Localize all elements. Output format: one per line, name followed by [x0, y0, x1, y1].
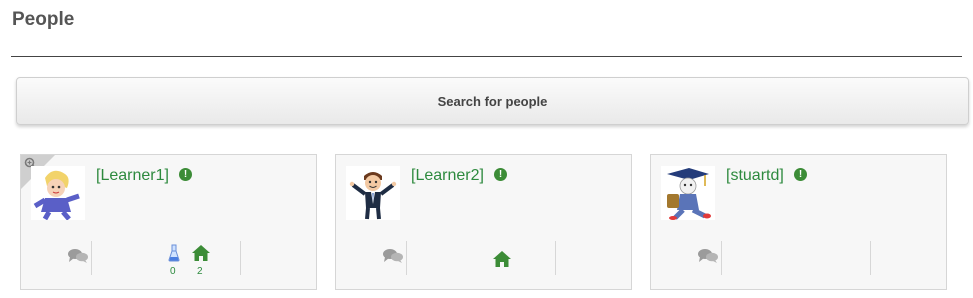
page-title: People	[12, 9, 75, 30]
avatar[interactable]	[31, 166, 85, 220]
chat-icon[interactable]	[67, 248, 89, 264]
alert-icon: !	[494, 168, 507, 181]
person-name-link[interactable]: [Learner1]	[96, 167, 169, 185]
avatar[interactable]	[346, 166, 400, 220]
person-card: [stuartd] !	[650, 154, 947, 290]
alert-icon: !	[794, 168, 807, 181]
home-icon[interactable]	[492, 250, 512, 268]
home-count: 2	[197, 266, 203, 277]
home-icon[interactable]	[191, 244, 211, 262]
divider	[870, 241, 871, 275]
divider	[406, 241, 407, 275]
alert-icon: !	[179, 168, 192, 181]
flask-icon[interactable]	[168, 244, 180, 262]
title-divider	[11, 56, 962, 57]
learning-count: 0	[170, 266, 176, 277]
chat-icon[interactable]	[382, 248, 404, 264]
person-card: [Learner2] !	[335, 154, 632, 290]
divider	[240, 241, 241, 275]
chat-icon[interactable]	[697, 248, 719, 264]
divider	[721, 241, 722, 275]
avatar[interactable]	[661, 166, 715, 220]
person-name-link[interactable]: [Learner2]	[411, 167, 484, 185]
person-name-link[interactable]: [stuartd]	[726, 167, 784, 185]
divider	[91, 241, 92, 275]
search-people-button[interactable]: Search for people	[16, 77, 969, 125]
person-card: [Learner1] ! 0 2	[20, 154, 317, 290]
divider	[555, 241, 556, 275]
